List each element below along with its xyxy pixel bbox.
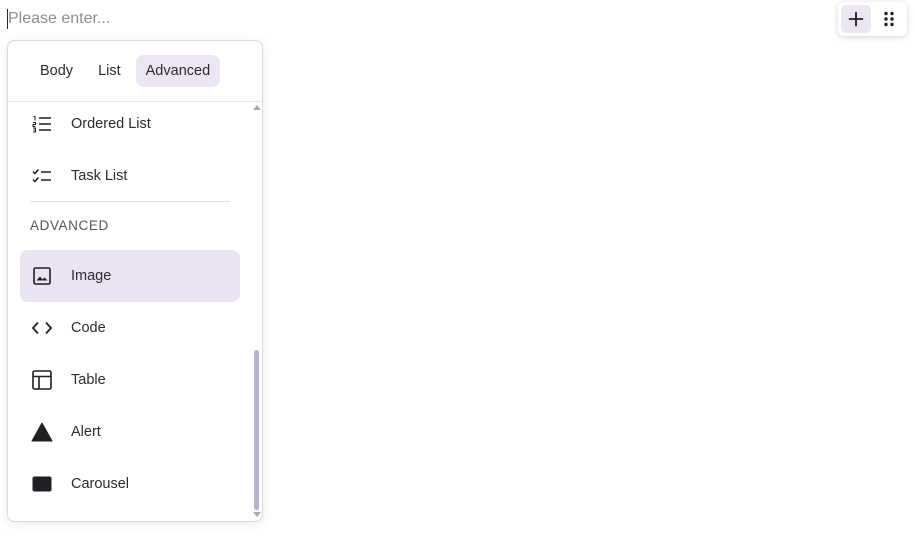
menu-item-code[interactable]: Code	[20, 302, 240, 354]
menu-divider	[30, 201, 230, 202]
menu-tabs: Body List Advanced	[8, 41, 262, 102]
task-list-icon	[31, 165, 53, 187]
block-toolbar	[838, 2, 907, 36]
carousel-icon	[31, 473, 53, 495]
section-heading-advanced: ADVANCED	[30, 218, 109, 233]
menu-item-label: Carousel	[71, 476, 130, 492]
menu-item-label: Alert	[71, 424, 101, 440]
table-icon	[31, 369, 53, 391]
scroll-down-arrow-icon[interactable]	[253, 512, 261, 517]
drag-handle-icon	[884, 11, 894, 27]
tab-list[interactable]: List	[88, 55, 131, 87]
tab-advanced[interactable]: Advanced	[135, 55, 221, 87]
scrollbar-thumb[interactable]	[254, 350, 259, 510]
menu-item-label: Image	[71, 268, 112, 284]
image-icon	[31, 265, 53, 287]
menu-scrollbar[interactable]	[253, 103, 261, 517]
menu-item-image[interactable]: Image	[20, 250, 240, 302]
insert-block-menu: Body List Advanced Ordered List Task Lis…	[7, 40, 263, 522]
plus-icon	[848, 11, 864, 27]
tab-body[interactable]: Body	[30, 55, 83, 87]
drag-handle-button[interactable]	[874, 5, 904, 33]
menu-item-alert[interactable]: Alert	[20, 406, 240, 458]
menu-item-ordered-list[interactable]: Ordered List	[20, 98, 240, 150]
menu-item-table[interactable]: Table	[20, 354, 240, 406]
add-block-button[interactable]	[841, 5, 871, 33]
menu-item-label: Ordered List	[71, 116, 151, 132]
scroll-up-arrow-icon[interactable]	[253, 105, 261, 110]
menu-item-label: Task List	[71, 168, 128, 184]
menu-item-label: Table	[71, 372, 106, 388]
ordered-list-icon	[31, 113, 53, 135]
alert-icon	[31, 421, 53, 443]
editor-placeholder[interactable]: Please enter...	[7, 9, 110, 29]
code-icon	[31, 317, 53, 339]
menu-item-carousel[interactable]: Carousel	[20, 458, 240, 510]
menu-item-list: Ordered List Task List ADVANCED Image Co…	[8, 103, 254, 521]
menu-item-task-list[interactable]: Task List	[20, 150, 240, 202]
menu-item-label: Code	[71, 320, 106, 336]
